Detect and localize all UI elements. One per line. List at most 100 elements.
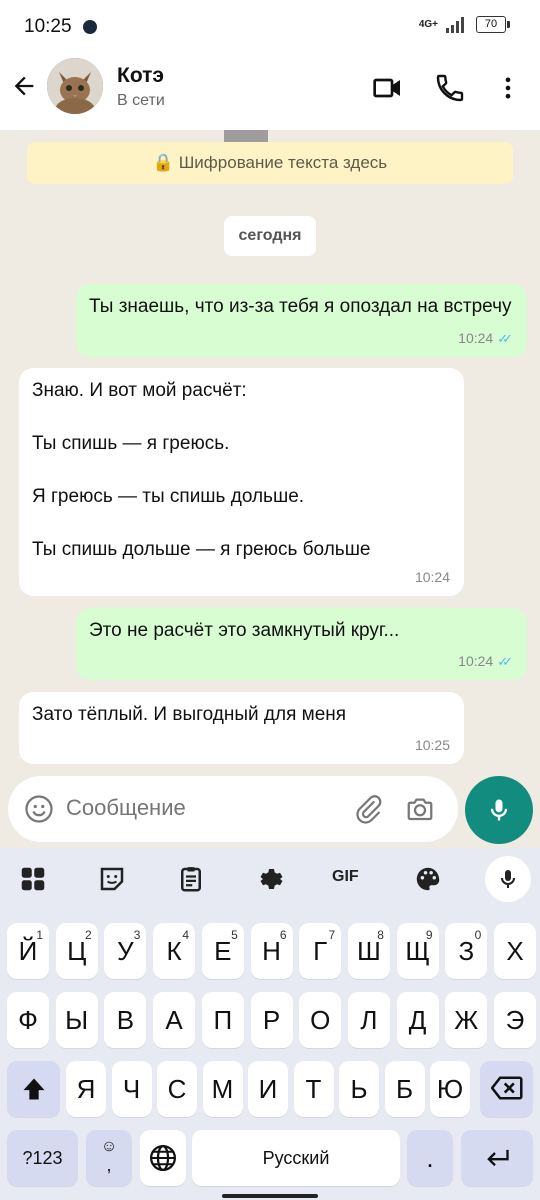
key-hint: 9 <box>425 928 433 942</box>
encryption-notice[interactable]: 🔒 Шифрование текста здесь <box>27 142 513 184</box>
key-hint: 4 <box>182 928 190 942</box>
key[interactable]: Э <box>494 992 536 1048</box>
key[interactable]: Е5 <box>201 923 244 979</box>
network-type: 4G+ <box>418 18 438 30</box>
key[interactable]: Б <box>384 1061 425 1117</box>
mic-icon <box>501 870 515 888</box>
shift-key[interactable] <box>7 1061 60 1117</box>
contact-name[interactable]: Котэ <box>117 64 164 88</box>
sticker-icon[interactable] <box>97 864 127 894</box>
shift-arrow-icon <box>23 1078 44 1100</box>
message-time: 10:24 <box>414 569 450 586</box>
key[interactable]: И <box>248 1061 288 1117</box>
key[interactable]: К4 <box>153 923 196 979</box>
contact-status: В сети <box>117 92 165 109</box>
read-ticks-icon: ✓✓ <box>497 653 513 669</box>
key-label: З <box>458 936 475 966</box>
key-label: Ц <box>67 936 87 966</box>
more-options-icon[interactable] <box>494 72 522 104</box>
composer[interactable] <box>8 776 458 842</box>
language-key[interactable] <box>140 1130 186 1186</box>
settings-icon[interactable] <box>255 864 285 894</box>
key[interactable]: В <box>104 992 147 1048</box>
message-meta: 10:24 <box>415 568 450 588</box>
key[interactable]: М <box>202 1061 243 1117</box>
status-indicators: 4G+ 70 <box>418 16 510 33</box>
key[interactable]: Ш8 <box>347 923 390 979</box>
mic-icon <box>490 799 508 821</box>
apps-icon[interactable] <box>18 864 48 894</box>
key[interactable]: Ф <box>7 992 49 1048</box>
message-bubble-incoming[interactable]: Знаю. И вот мой расчёт: Ты спишь — я гре… <box>19 368 464 596</box>
clipboard-icon[interactable] <box>176 864 206 894</box>
status-bar: 10:25 4G+ 70 <box>0 0 540 52</box>
status-time: 10:25 <box>24 16 72 37</box>
message-bubble-incoming[interactable]: Зато тёплый. И выгодный для меня 10:25 <box>19 692 464 764</box>
key-label: Г <box>313 936 328 966</box>
key[interactable]: Ч <box>111 1061 152 1117</box>
key[interactable]: А <box>153 992 196 1048</box>
key[interactable]: Х <box>494 923 536 979</box>
message-bubble-outgoing[interactable]: Это не расчёт это замкнутый круг... 10:2… <box>76 608 527 680</box>
message-input[interactable] <box>64 794 328 822</box>
key[interactable]: Р <box>250 992 293 1048</box>
key[interactable]: Т <box>293 1061 334 1117</box>
key[interactable]: Ы <box>55 992 98 1048</box>
space-key[interactable]: Русский <box>192 1130 400 1186</box>
key[interactable]: Л <box>347 992 390 1048</box>
gif-button[interactable]: GIF <box>332 868 366 898</box>
voice-input-button[interactable] <box>485 856 531 902</box>
key-label: У <box>117 936 134 966</box>
key[interactable]: Й1 <box>7 923 49 979</box>
key[interactable]: П <box>201 992 244 1048</box>
signal-icon <box>446 16 468 33</box>
date-separator: сегодня <box>224 216 316 256</box>
key[interactable]: З0 <box>445 923 488 979</box>
key-label: К <box>166 936 182 966</box>
backspace-key[interactable] <box>480 1061 533 1117</box>
chat-area[interactable]: 🔒 Шифрование текста здесь сегодня Ты зна… <box>0 130 540 770</box>
emoji-icon[interactable] <box>24 794 54 824</box>
navigation-handle[interactable] <box>222 1194 318 1198</box>
chat-header: Котэ В сети <box>0 52 540 130</box>
contact-avatar[interactable] <box>47 58 103 114</box>
message-text: Ты знаешь, что из-за тебя я опоздал на в… <box>89 296 512 317</box>
back-arrow-icon[interactable] <box>10 72 38 100</box>
notification-app-icon <box>83 20 97 34</box>
attach-icon[interactable] <box>353 794 383 824</box>
message-input-bar <box>0 770 540 848</box>
key-hint: 2 <box>85 928 92 942</box>
key[interactable]: Ц2 <box>55 923 98 979</box>
key-hint: 3 <box>133 928 141 942</box>
key-hint: 7 <box>328 928 336 942</box>
enter-arrow-icon <box>487 1149 509 1167</box>
key[interactable]: С <box>157 1061 197 1117</box>
message-meta: 10:25 <box>415 736 450 756</box>
key[interactable]: Д <box>396 992 439 1048</box>
period-key[interactable]: . <box>407 1130 453 1186</box>
key[interactable]: Г7 <box>299 923 342 979</box>
phone-call-icon[interactable] <box>434 72 466 104</box>
key[interactable]: О <box>299 992 342 1048</box>
key-hint: 8 <box>377 928 384 942</box>
message-meta: 10:24 ✓✓ <box>458 652 513 672</box>
key[interactable]: Ж <box>445 992 488 1048</box>
camera-icon[interactable] <box>405 794 435 824</box>
voice-record-button[interactable] <box>465 776 533 844</box>
key[interactable]: Ь <box>339 1061 379 1117</box>
message-bubble-outgoing[interactable]: Ты знаешь, что из-за тебя я опоздал на в… <box>76 284 527 357</box>
enter-key[interactable] <box>461 1130 533 1186</box>
keyboard-toolbar: GIF <box>0 848 540 910</box>
key[interactable]: Щ9 <box>396 923 439 979</box>
palette-icon[interactable] <box>413 864 443 894</box>
emoji-comma-key[interactable]: ☺ , <box>86 1130 132 1186</box>
key[interactable]: Ю <box>430 1061 470 1117</box>
message-meta: 10:24 ✓✓ <box>458 329 513 349</box>
key[interactable]: Я <box>66 1061 106 1117</box>
key[interactable]: У3 <box>104 923 147 979</box>
key[interactable]: Н6 <box>250 923 293 979</box>
message-text: Знаю. И вот мой расчёт: Ты спишь — я гре… <box>32 380 371 560</box>
symbols-key[interactable]: ?123 <box>7 1130 78 1186</box>
key-label: Н <box>262 936 281 966</box>
video-call-icon[interactable] <box>372 72 404 104</box>
